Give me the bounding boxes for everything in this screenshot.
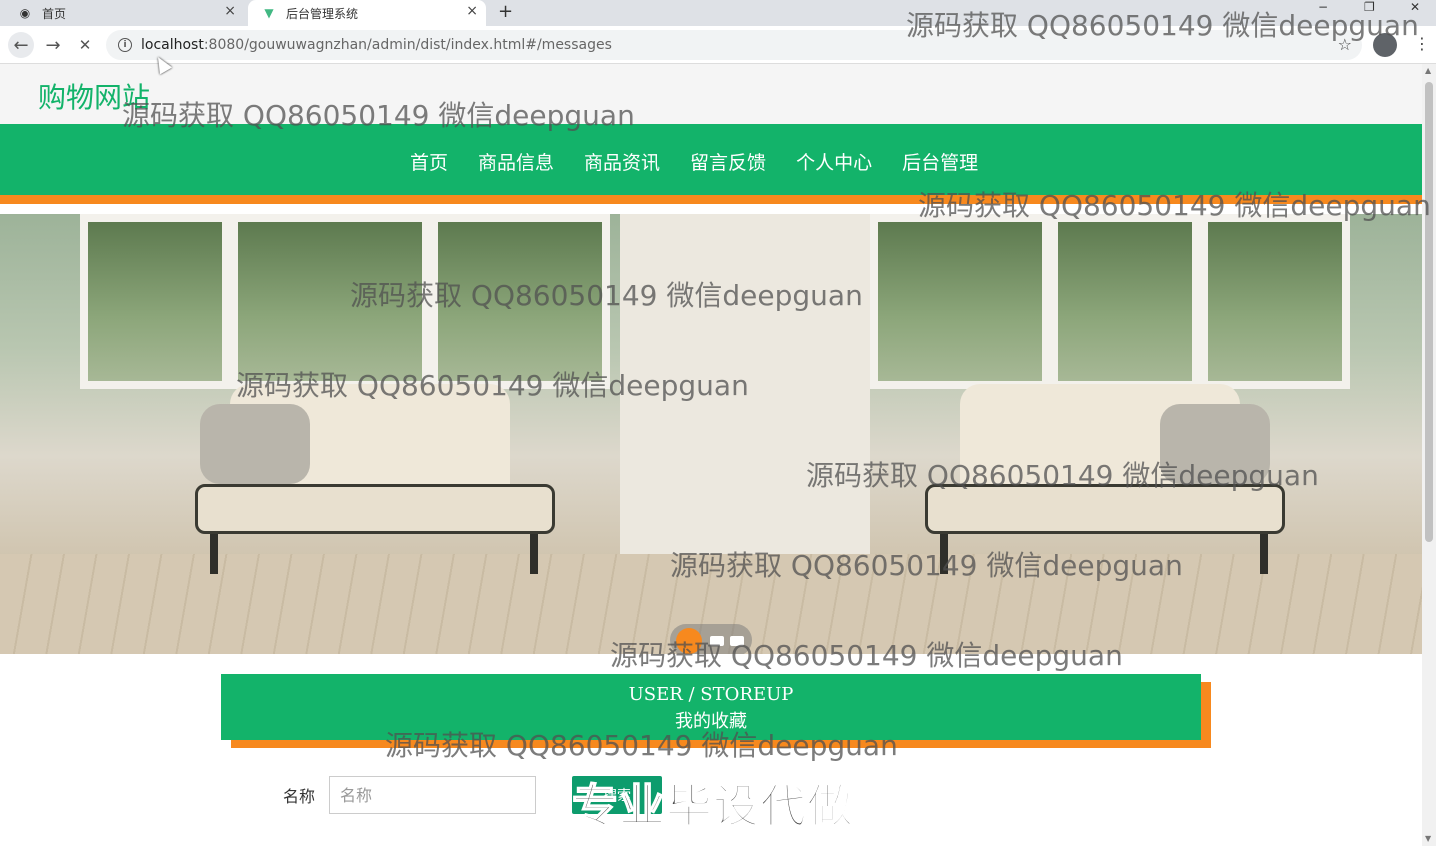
site-header: 购物网站 bbox=[0, 64, 1422, 124]
window-close-icon[interactable]: ✕ bbox=[1410, 0, 1420, 14]
main-nav: 首页 商品信息 商品资讯 留言反馈 个人中心 后台管理 bbox=[0, 124, 1422, 204]
tab-close-icon[interactable]: × bbox=[224, 3, 236, 19]
browser-tab-strip: ◉ 首页 × ▼ 后台管理系统 × + − ❐ ✕ bbox=[0, 0, 1436, 26]
banner-sofa bbox=[910, 384, 1290, 574]
search-input[interactable] bbox=[329, 776, 537, 814]
bookmark-star-icon[interactable]: ☆ bbox=[1338, 35, 1352, 54]
nav-item-products[interactable]: 商品信息 bbox=[478, 148, 554, 175]
section-title-banner: USER / STOREUP 我的收藏 bbox=[221, 674, 1201, 740]
browser-toolbar: ← → ✕ i localhost:8080/gouwuwagnzhan/adm… bbox=[0, 26, 1436, 64]
section-title-cn: 我的收藏 bbox=[675, 711, 747, 732]
scroll-down-icon[interactable]: ▼ bbox=[1425, 834, 1431, 843]
restore-icon[interactable]: ❐ bbox=[1364, 0, 1375, 14]
carousel-indicators bbox=[670, 624, 752, 654]
carousel-dot-active[interactable] bbox=[676, 628, 702, 654]
page-viewport: 购物网站 首页 商品信息 商品资讯 留言反馈 个人中心 后台管理 USER / … bbox=[0, 64, 1422, 846]
search-label: 名称 bbox=[283, 787, 316, 806]
browser-menu-icon[interactable]: ⋮ bbox=[1414, 34, 1430, 53]
profile-avatar-icon[interactable] bbox=[1373, 33, 1397, 57]
page-scrollbar[interactable]: ▲ ▼ bbox=[1422, 64, 1436, 846]
carousel-dot[interactable] bbox=[710, 636, 724, 646]
banner-window bbox=[1200, 214, 1350, 389]
back-icon[interactable]: ← bbox=[8, 32, 34, 58]
banner-window bbox=[80, 214, 230, 389]
forward-icon[interactable]: → bbox=[40, 32, 66, 58]
banner-sofa bbox=[180, 384, 560, 574]
banner-window bbox=[1050, 214, 1200, 389]
carousel-dot[interactable] bbox=[730, 636, 744, 646]
minimize-icon[interactable]: − bbox=[1318, 0, 1328, 14]
nav-item-news[interactable]: 商品资讯 bbox=[584, 148, 660, 175]
vue-icon: ▼ bbox=[264, 6, 274, 20]
globe-icon: ◉ bbox=[19, 6, 31, 20]
nav-item-home[interactable]: 首页 bbox=[410, 148, 448, 175]
nav-item-profile[interactable]: 个人中心 bbox=[796, 148, 872, 175]
search-form: 名称 搜索 bbox=[283, 776, 662, 814]
browser-tab-home[interactable]: ◉ 首页 × bbox=[4, 0, 244, 26]
stop-loading-icon[interactable]: ✕ bbox=[72, 32, 98, 58]
tab-close-icon[interactable]: × bbox=[466, 3, 478, 19]
banner-carousel[interactable] bbox=[0, 214, 1422, 654]
banner-window bbox=[870, 214, 1050, 389]
url-path: :8080/gouwuwagnzhan/admin/dist/index.htm… bbox=[203, 37, 612, 53]
nav-item-feedback[interactable]: 留言反馈 bbox=[690, 148, 766, 175]
site-logo[interactable]: 购物网站 bbox=[38, 76, 150, 116]
banner-wall bbox=[620, 214, 870, 564]
promo-stamp: 专业毕设代做 bbox=[571, 778, 854, 834]
banner-window bbox=[430, 214, 610, 389]
url-host: localhost bbox=[141, 37, 204, 53]
scrollbar-thumb[interactable] bbox=[1425, 82, 1433, 542]
tab-title: 后台管理系统 bbox=[286, 6, 359, 21]
section-title-en: USER / STOREUP bbox=[628, 684, 794, 705]
tab-title: 首页 bbox=[42, 6, 67, 21]
info-icon[interactable]: i bbox=[118, 38, 132, 52]
address-bar[interactable]: i localhost:8080/gouwuwagnzhan/admin/dis… bbox=[106, 30, 1362, 60]
banner-window bbox=[230, 214, 430, 389]
browser-tab-admin[interactable]: ▼ 后台管理系统 × bbox=[248, 0, 486, 26]
new-tab-button[interactable]: + bbox=[498, 0, 513, 24]
nav-item-admin[interactable]: 后台管理 bbox=[902, 148, 978, 175]
scroll-up-icon[interactable]: ▲ bbox=[1425, 66, 1431, 75]
